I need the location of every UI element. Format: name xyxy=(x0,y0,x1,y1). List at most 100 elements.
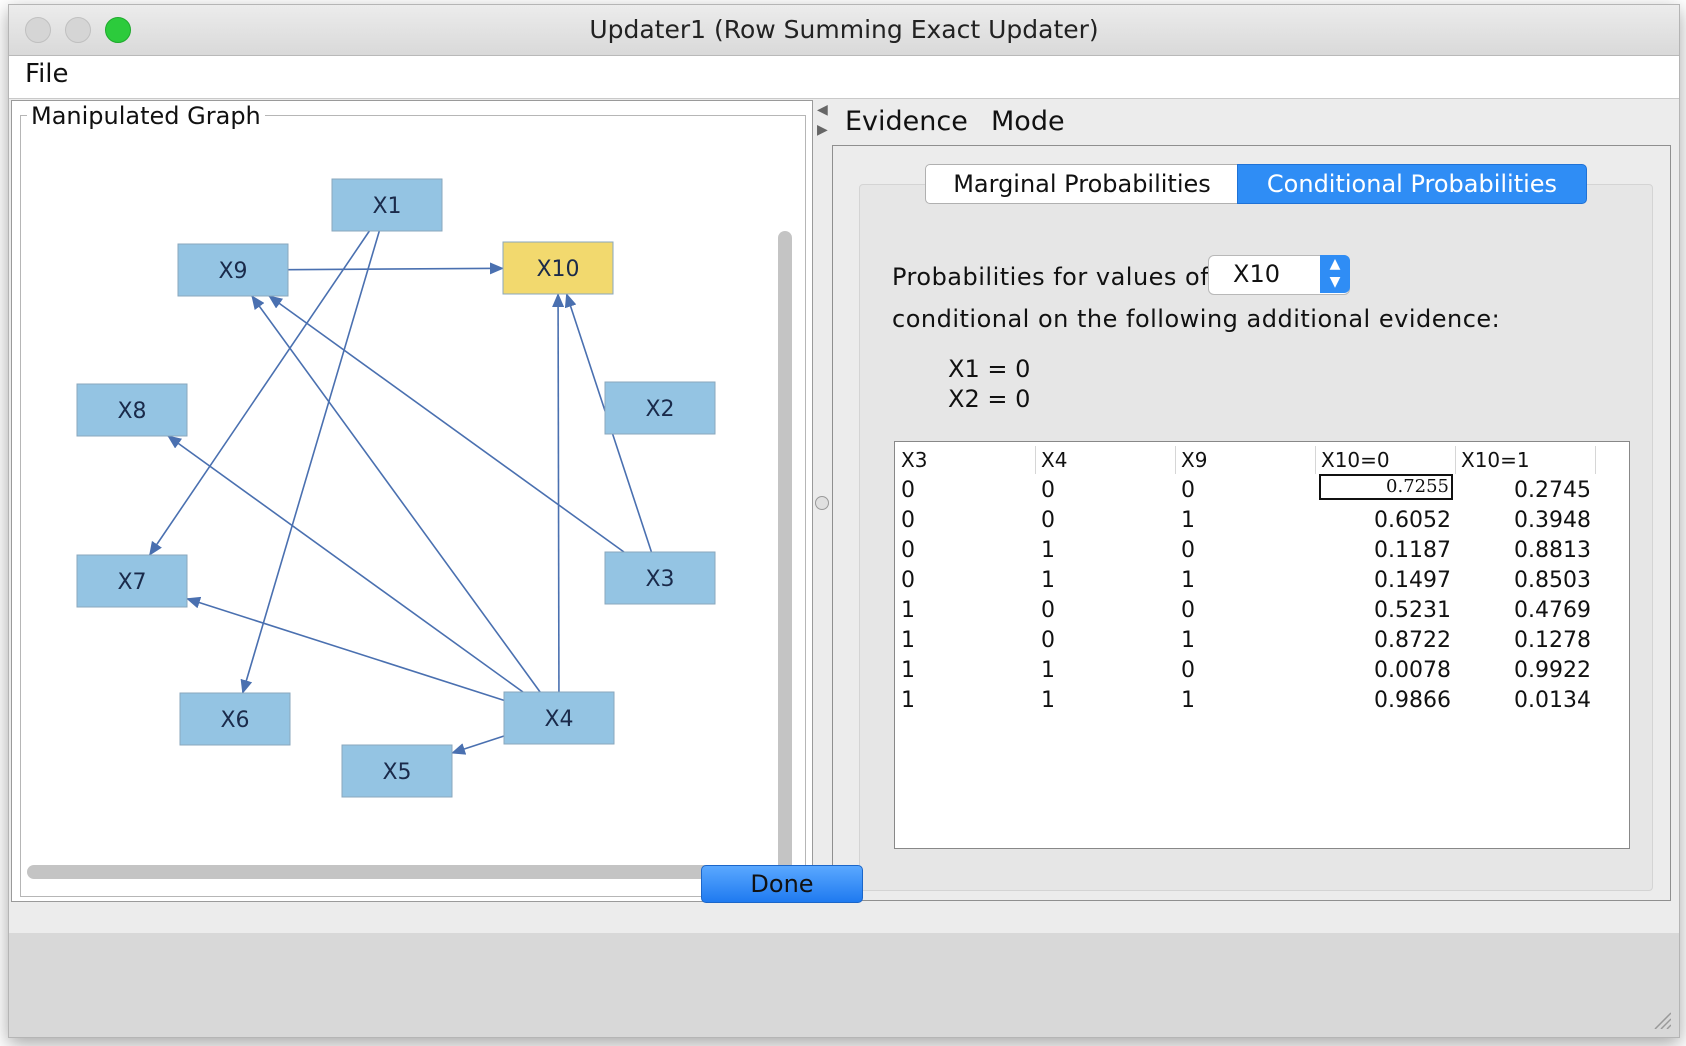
table-cell[interactable]: 1 xyxy=(901,596,1035,626)
graph-node-x9[interactable]: X9 xyxy=(177,243,289,297)
table-cell[interactable]: 0.0134 xyxy=(1461,686,1591,716)
table-cell[interactable]: 0.5231 xyxy=(1321,596,1451,626)
split-pane-divider[interactable]: ◀ ▶ xyxy=(815,100,829,900)
table-cell[interactable]: 1 xyxy=(1041,536,1175,566)
table-cell[interactable]: 1 xyxy=(1041,656,1175,686)
table-cell[interactable]: 0.3948 xyxy=(1461,506,1591,536)
graph-horizontal-scrollbar[interactable] xyxy=(27,865,719,879)
divider-grip-icon[interactable] xyxy=(815,496,829,510)
graph-panel: Manipulated Graph X1 X9 X10 X8 X2 X7 X3 X6 X4 X5 xyxy=(11,100,813,902)
table-cell[interactable]: 0 xyxy=(901,566,1035,596)
table-cell[interactable]: 0 xyxy=(1181,656,1315,686)
table-cell[interactable]: 0.8813 xyxy=(1461,536,1591,566)
table-header[interactable]: X9 xyxy=(1181,446,1316,474)
updown-arrows-icon: ▲ ▼ xyxy=(1320,255,1350,293)
right-menu-bar: Evidence Mode xyxy=(831,100,1679,142)
table-cell[interactable]: 1 xyxy=(1181,566,1315,596)
node-label: X3 xyxy=(645,567,674,592)
variable-select[interactable]: X10 ▲ ▼ xyxy=(1208,255,1350,295)
table-cell[interactable]: 1 xyxy=(1181,626,1315,656)
table-cell[interactable]: 0 xyxy=(1041,596,1175,626)
table-cell[interactable]: 0.1187 xyxy=(1321,536,1451,566)
table-cell[interactable]: 0.8722 xyxy=(1321,626,1451,656)
table-cell[interactable]: 0 xyxy=(1181,476,1315,506)
table-cell[interactable]: 0.0078 xyxy=(1321,656,1451,686)
table-cell[interactable]: 1 xyxy=(901,686,1035,716)
graph-node-x3[interactable]: X3 xyxy=(604,551,716,605)
table-cell[interactable]: 1 xyxy=(901,626,1035,656)
table-cell[interactable]: 0.9922 xyxy=(1461,656,1591,686)
graph-node-x4[interactable]: X4 xyxy=(503,691,615,745)
table-cell[interactable]: 0 xyxy=(1041,506,1175,536)
variable-select-value: X10 xyxy=(1233,260,1280,288)
table-cell[interactable]: 0.2745 xyxy=(1461,476,1591,506)
graph-vertical-scrollbar[interactable] xyxy=(778,231,792,881)
table-cell[interactable]: 0.1278 xyxy=(1461,626,1591,656)
table-cell[interactable]: 1 xyxy=(1181,686,1315,716)
node-label: X9 xyxy=(218,259,247,284)
conditional-table[interactable]: X3 X4 X9 X10=0 X10=1 0 0 0 0.7255 0.2745 0 0 1 0… xyxy=(894,441,1630,849)
edge-x4-to-x5[interactable] xyxy=(451,735,505,755)
table-cell[interactable]: 0 xyxy=(901,536,1035,566)
evidence-item: X1 = 0 xyxy=(948,355,1031,383)
table-cell[interactable]: 0 xyxy=(901,506,1035,536)
table-cell[interactable]: 0.9866 xyxy=(1321,686,1451,716)
table-cell[interactable]: 0 xyxy=(1181,596,1315,626)
table-cell[interactable]: 1 xyxy=(1181,506,1315,536)
edge-x9-to-x10[interactable] xyxy=(287,262,504,275)
probabilities-for-label: Probabilities for values of xyxy=(892,263,1210,291)
table-header[interactable]: X10=0 xyxy=(1321,446,1456,474)
file-menu[interactable]: File xyxy=(25,59,69,89)
node-label: X8 xyxy=(117,399,146,424)
node-label: X4 xyxy=(544,707,573,732)
table-cell[interactable]: 1 xyxy=(1041,566,1175,596)
graph-node-x10[interactable]: X10 xyxy=(502,241,614,295)
table-cell[interactable]: 0 xyxy=(1041,626,1175,656)
table-header[interactable]: X10=1 xyxy=(1461,446,1596,474)
table-cell[interactable]: 0.1497 xyxy=(1321,566,1451,596)
collapse-right-arrow-icon[interactable]: ▶ xyxy=(817,122,828,138)
probabilities-panel: Probabilities for values of X10 ▲ ▼ condi… xyxy=(832,145,1671,901)
tab-marginal-probabilities[interactable]: Marginal Probabilities xyxy=(925,164,1239,204)
evidence-item: X2 = 0 xyxy=(948,385,1031,413)
evidence-menu[interactable]: Evidence xyxy=(845,106,968,137)
graph-node-x6[interactable]: X6 xyxy=(179,692,291,746)
graph-node-x1[interactable]: X1 xyxy=(331,178,443,232)
table-cell[interactable]: 0 xyxy=(1041,476,1175,506)
table-cell[interactable]: 0.6052 xyxy=(1321,506,1451,536)
table-cell[interactable]: 1 xyxy=(1041,686,1175,716)
resize-grip-icon[interactable] xyxy=(1651,1009,1671,1029)
node-label: X10 xyxy=(536,257,579,282)
menu-bar: File xyxy=(9,56,1679,99)
edge-x4-to-x10[interactable] xyxy=(552,293,565,693)
graph-node-x5[interactable]: X5 xyxy=(341,744,453,798)
conditional-on-label: conditional on the following additional … xyxy=(892,305,1501,333)
window-title: Updater1 (Row Summing Exact Updater) xyxy=(589,15,1099,44)
status-bar xyxy=(9,933,1679,1037)
tab-conditional-probabilities[interactable]: Conditional Probabilities xyxy=(1237,164,1587,204)
edge-x4-to-x8[interactable] xyxy=(167,435,524,693)
tab-content: Probabilities for values of X10 ▲ ▼ condi… xyxy=(859,184,1653,891)
mode-menu[interactable]: Mode xyxy=(991,106,1065,137)
table-cell[interactable]: 0.4769 xyxy=(1461,596,1591,626)
node-label: X2 xyxy=(645,397,674,422)
table-cell[interactable]: 0 xyxy=(1181,536,1315,566)
table-header[interactable]: X3 xyxy=(901,446,1036,474)
title-bar[interactable]: Updater1 (Row Summing Exact Updater) xyxy=(9,5,1679,56)
node-label: X5 xyxy=(382,760,411,785)
node-label: X6 xyxy=(220,708,249,733)
table-cell[interactable]: 0.8503 xyxy=(1461,566,1591,596)
done-button[interactable]: Done xyxy=(701,865,863,903)
graph-canvas[interactable]: X1 X9 X10 X8 X2 X7 X3 X6 X4 X5 xyxy=(12,101,772,881)
table-cell[interactable]: 1 xyxy=(901,656,1035,686)
graph-node-x8[interactable]: X8 xyxy=(76,383,188,437)
graph-node-x7[interactable]: X7 xyxy=(76,554,188,608)
collapse-left-arrow-icon[interactable]: ◀ xyxy=(817,102,828,118)
table-cell[interactable]: 0 xyxy=(901,476,1035,506)
node-label: X1 xyxy=(372,194,401,219)
table-header[interactable]: X4 xyxy=(1041,446,1176,474)
table-cell[interactable]: 0.7255 xyxy=(1319,474,1453,500)
edge-x4-to-x7[interactable] xyxy=(186,596,505,702)
graph-node-x2[interactable]: X2 xyxy=(604,381,716,435)
node-label: X7 xyxy=(117,570,146,595)
